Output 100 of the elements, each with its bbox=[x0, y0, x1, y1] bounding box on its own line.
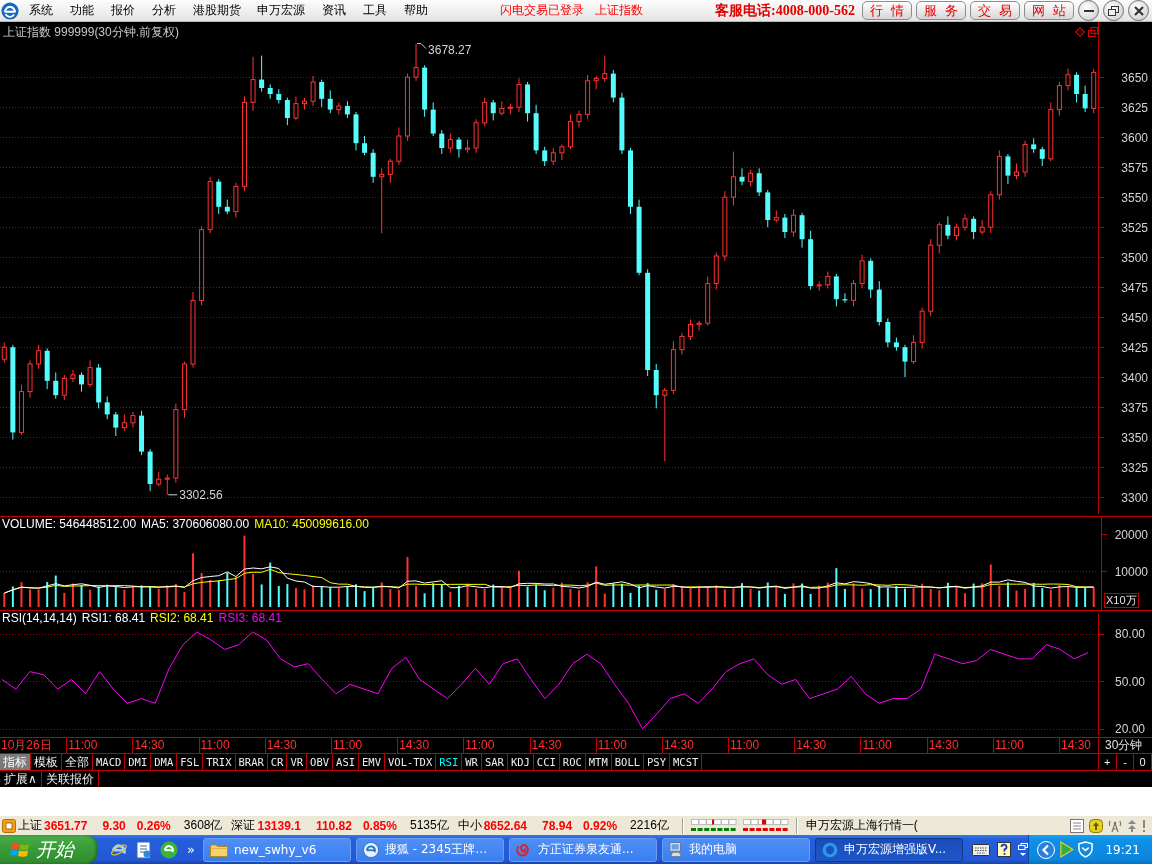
app-logo-icon[interactable] bbox=[1, 1, 19, 20]
panel-tab[interactable]: 模板 bbox=[31, 754, 62, 770]
volume-bar bbox=[629, 592, 632, 607]
menu-item[interactable]: 系统 bbox=[21, 2, 62, 19]
restore-icon[interactable] bbox=[1088, 27, 1098, 37]
menu-item[interactable]: 申万宏源 bbox=[248, 2, 314, 19]
notice-link[interactable]: 闪电交易已登录 bbox=[500, 2, 585, 19]
document-icon[interactable] bbox=[135, 840, 153, 859]
volume-bar bbox=[200, 572, 203, 607]
volume-bar bbox=[131, 586, 134, 607]
volume-bar bbox=[989, 564, 992, 607]
nav-button[interactable]: 行情 bbox=[862, 1, 912, 20]
index-name: 上证 bbox=[18, 817, 42, 834]
leader-line bbox=[416, 43, 427, 50]
candlestick bbox=[1065, 68, 1071, 91]
volume-bar bbox=[766, 582, 769, 607]
volume-bar bbox=[20, 582, 23, 607]
diamond-icon[interactable] bbox=[1075, 27, 1085, 37]
time-axis-label: 11:00 bbox=[332, 738, 363, 752]
time-axis-label: 14:30 bbox=[399, 738, 430, 752]
index-percent: 0.26% bbox=[136, 818, 171, 833]
arrow-up-icon[interactable] bbox=[1127, 818, 1137, 833]
candlestick bbox=[996, 149, 1002, 201]
task-button[interactable]: 搜狐 - 2345王牌... bbox=[356, 837, 504, 862]
antenna-icon[interactable] bbox=[1108, 818, 1122, 833]
indicator-tab[interactable]: VOL-TDX bbox=[385, 754, 437, 770]
volume-bar bbox=[337, 587, 340, 607]
volume-bar bbox=[835, 568, 838, 607]
start-button[interactable]: 开始 bbox=[0, 835, 98, 864]
index-change: 78.94 bbox=[542, 818, 573, 833]
menu-item[interactable]: 资讯 bbox=[313, 2, 355, 19]
candlestick bbox=[1039, 146, 1045, 167]
volume-bar bbox=[209, 580, 212, 607]
candlestick bbox=[1022, 140, 1028, 178]
volume-bar bbox=[749, 589, 752, 607]
volume-bar bbox=[500, 587, 503, 607]
exclamation-icon[interactable] bbox=[1142, 819, 1146, 832]
menu-item[interactable]: 工具 bbox=[354, 2, 396, 19]
restore-button[interactable] bbox=[1103, 0, 1124, 21]
nav-button[interactable]: 交易 bbox=[970, 1, 1020, 20]
folder-icon bbox=[210, 842, 228, 857]
price-axis-label: 3575 bbox=[1121, 160, 1148, 175]
candlestick bbox=[190, 291, 196, 369]
indicator-tab[interactable]: WR bbox=[462, 754, 482, 770]
panel-tab[interactable]: 指标 bbox=[0, 754, 31, 770]
menu-item[interactable]: 功能 bbox=[61, 2, 103, 19]
nav-button[interactable]: 服务 bbox=[916, 1, 966, 20]
indicator-tab[interactable]: DMI bbox=[125, 754, 152, 770]
price-axis-label: 3550 bbox=[1121, 190, 1148, 205]
volume-bar bbox=[843, 588, 846, 607]
indicator-tab[interactable]: VR bbox=[287, 754, 308, 770]
indicator-tab[interactable]: OBV bbox=[307, 754, 334, 770]
volume-bar bbox=[560, 582, 563, 607]
windows-stack-icon[interactable] bbox=[1018, 842, 1028, 857]
volume-bar bbox=[174, 583, 177, 607]
shield-icon[interactable] bbox=[1078, 841, 1094, 858]
candlestick bbox=[362, 135, 368, 156]
clock[interactable]: 19:21 bbox=[1105, 842, 1140, 857]
coin-icon[interactable] bbox=[1089, 818, 1103, 833]
notice-link[interactable]: 上证指数 bbox=[595, 2, 644, 19]
time-axis-label: 10月26日 bbox=[1, 738, 52, 752]
indicator-tab[interactable]: TRIX bbox=[203, 754, 236, 770]
volume-bar bbox=[655, 589, 658, 607]
minimize-button[interactable] bbox=[1078, 0, 1099, 21]
volume-bar bbox=[97, 586, 100, 607]
tile-icon[interactable] bbox=[2, 818, 16, 833]
volume-bar bbox=[955, 585, 958, 607]
volume-axis-label: 20000 bbox=[1114, 528, 1148, 542]
task-button[interactable]: new_swhy_v6 bbox=[203, 837, 351, 862]
play-icon[interactable] bbox=[1059, 841, 1075, 858]
legend-text: RSI3: 68.41 bbox=[218, 611, 282, 625]
time-axis-label: 14:30 bbox=[796, 738, 827, 752]
indicator-tab[interactable]: DMA bbox=[151, 754, 178, 770]
keyboard-icon[interactable] bbox=[972, 843, 990, 856]
volume-bar bbox=[397, 589, 400, 607]
legend-text: MA10: 450099616.00 bbox=[254, 517, 369, 531]
menu-item[interactable]: 报价 bbox=[102, 2, 144, 19]
help-icon[interactable] bbox=[997, 841, 1011, 858]
volume-bar bbox=[783, 593, 786, 607]
indicator-tab[interactable]: ASI bbox=[333, 754, 360, 770]
rsi-axis-label: 50.00 bbox=[1114, 674, 1145, 689]
e-circle-icon[interactable] bbox=[160, 840, 178, 859]
nav-button[interactable]: 网站 bbox=[1024, 1, 1074, 20]
close-button[interactable] bbox=[1128, 0, 1149, 21]
notepad-icon[interactable] bbox=[1070, 818, 1084, 833]
indicator-tab[interactable]: MCST bbox=[670, 754, 703, 770]
volume-bar bbox=[372, 587, 375, 607]
indicator-tab[interactable]: RSI bbox=[436, 754, 463, 770]
chevron-left-icon[interactable] bbox=[1037, 840, 1056, 859]
menu-item[interactable]: 帮助 bbox=[395, 2, 437, 19]
more-button[interactable]: » bbox=[187, 842, 195, 857]
menu-item[interactable]: 分析 bbox=[143, 2, 185, 19]
task-button[interactable]: 申万宏源增强版V... bbox=[815, 837, 963, 862]
price-axis-label: 3525 bbox=[1121, 220, 1148, 235]
menu-item[interactable]: 港股期货 bbox=[184, 2, 249, 19]
indicator-tab[interactable]: MACD bbox=[93, 754, 126, 770]
volume-bar bbox=[638, 585, 641, 607]
candlestick bbox=[1048, 101, 1054, 162]
indicator-tab[interactable]: 全部 bbox=[62, 754, 93, 770]
price-axis-label: 3325 bbox=[1121, 460, 1148, 475]
